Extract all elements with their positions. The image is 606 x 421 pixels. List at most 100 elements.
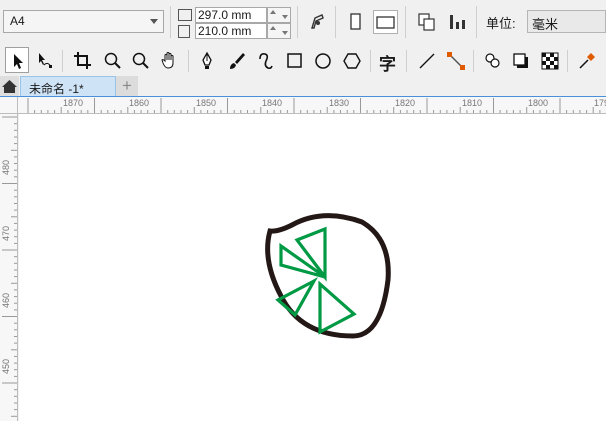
unit-select[interactable]: 毫米 (527, 10, 606, 33)
page-height-icon (178, 25, 190, 38)
landscape-icon (376, 16, 395, 29)
property-bar: A4 297.0 mm 210.0 mm 单位: 毫米 (0, 0, 606, 44)
pen-tool-button[interactable] (195, 47, 219, 73)
ruler-label: 1810 (462, 98, 483, 108)
ruler-label: 1850 (196, 98, 217, 108)
separator (406, 50, 407, 72)
brush-icon (230, 53, 245, 69)
text-tool-button[interactable]: 字 (376, 47, 400, 75)
add-tab-button[interactable]: + (116, 76, 138, 96)
separator (297, 6, 298, 38)
ellipse-icon (315, 53, 331, 69)
tab-document[interactable]: 未命名 -1* (20, 76, 116, 96)
separator (188, 50, 189, 72)
horizontal-ruler[interactable]: 1870 1860 1850 1840 1830 1820 1810 1800 … (18, 97, 606, 114)
eyedropper-icon (579, 53, 595, 69)
ruler-label: 1870 (63, 98, 84, 108)
crop-tool-button[interactable] (70, 47, 94, 73)
separator (473, 50, 474, 72)
arrow-pointer-icon (14, 54, 23, 69)
separator (405, 6, 406, 38)
page-layout-icon (311, 14, 324, 29)
drawing-canvas[interactable] (19, 114, 606, 421)
page-width-field[interactable]: 297.0 mm (195, 7, 267, 23)
page-height-field[interactable]: 210.0 mm (195, 23, 267, 39)
bezier-tool-button[interactable] (253, 47, 277, 73)
ruler-label: 1800 (528, 98, 549, 108)
rectangle-tool-button[interactable] (282, 47, 306, 73)
bars-icon (450, 15, 465, 29)
page-width-value: 297.0 mm (198, 8, 252, 22)
ruler-label: 450 (1, 358, 11, 374)
page-size-select[interactable]: A4 (3, 10, 164, 33)
horizontal-ruler-ticks (27, 98, 601, 113)
pen-nib-icon (202, 51, 212, 69)
shape-tool-button[interactable] (32, 47, 56, 73)
dimension-tool-button[interactable] (414, 47, 438, 73)
checkerboard-icon (541, 52, 559, 70)
drop-shadow-tool-button[interactable] (508, 47, 532, 73)
ellipse-tool-button[interactable] (310, 47, 334, 73)
landscape-button[interactable] (373, 10, 398, 34)
ruler-label: 1840 (262, 98, 283, 108)
home-tab[interactable] (0, 76, 19, 96)
pages-icon (418, 13, 435, 31)
magnifier-icon (104, 52, 121, 69)
lime-slice-drawing[interactable] (19, 114, 606, 421)
pan-tool-button[interactable] (157, 47, 181, 73)
connector-tool-button[interactable] (443, 47, 467, 73)
hand-icon (161, 52, 174, 69)
page-size-value: A4 (10, 14, 25, 28)
polygon-icon (343, 53, 361, 69)
text-icon: 字 (379, 55, 396, 75)
separator (476, 6, 477, 38)
zoom-tool-button[interactable] (100, 47, 124, 73)
ruler-label: 480 (1, 159, 11, 175)
lime-segment[interactable] (279, 242, 326, 279)
ruler-label: 1830 (329, 98, 350, 108)
curve-icon (259, 53, 273, 70)
plus-icon: + (122, 76, 132, 95)
current-page-button[interactable] (446, 10, 468, 34)
artistic-media-tool-button[interactable] (224, 47, 248, 73)
pick-tool-button[interactable] (5, 47, 29, 73)
zoom-out-tool-button[interactable] (128, 47, 152, 73)
ruler-label: 470 (1, 225, 11, 241)
separator (170, 6, 171, 38)
all-pages-button[interactable] (416, 10, 438, 34)
separator (335, 6, 336, 38)
page-width-icon (178, 9, 192, 21)
outer-rind-outline[interactable] (265, 213, 391, 339)
blend-icon (485, 53, 500, 68)
polygon-tool-button[interactable] (339, 47, 363, 73)
chevron-down-icon (150, 19, 158, 24)
eyedropper-tool-button[interactable] (574, 47, 598, 73)
page-height-spinner[interactable] (267, 23, 291, 39)
line-icon (419, 53, 435, 69)
document-tab-title: 未命名 -1* (29, 82, 84, 96)
toolbox: 字 (0, 45, 606, 75)
ruler-label: 1860 (129, 98, 150, 108)
document-tabs: 未命名 -1* + (0, 76, 606, 97)
blend-tool-button[interactable] (480, 47, 504, 73)
ruler-origin[interactable] (0, 97, 18, 114)
ruler-label: 179 (594, 98, 606, 108)
shadow-icon (513, 53, 528, 68)
page-layout-button[interactable] (307, 10, 329, 34)
lime-segment[interactable] (318, 280, 357, 335)
page-width-spinner[interactable] (267, 7, 291, 23)
vertical-ruler[interactable]: 480 470 460 450 (0, 114, 18, 421)
unit-label: 单位: (486, 16, 516, 31)
portrait-button[interactable] (345, 10, 367, 34)
separator (567, 50, 568, 72)
node-edit-icon (39, 53, 52, 68)
ruler-label: 1820 (395, 98, 416, 108)
home-icon (2, 80, 17, 93)
lime-segment[interactable] (275, 277, 319, 318)
page-height-value: 210.0 mm (198, 24, 252, 38)
unit-value: 毫米 (532, 17, 559, 32)
separator (62, 50, 63, 72)
crop-icon (74, 52, 91, 69)
portrait-icon (350, 13, 361, 30)
transparency-tool-button[interactable] (537, 47, 561, 73)
